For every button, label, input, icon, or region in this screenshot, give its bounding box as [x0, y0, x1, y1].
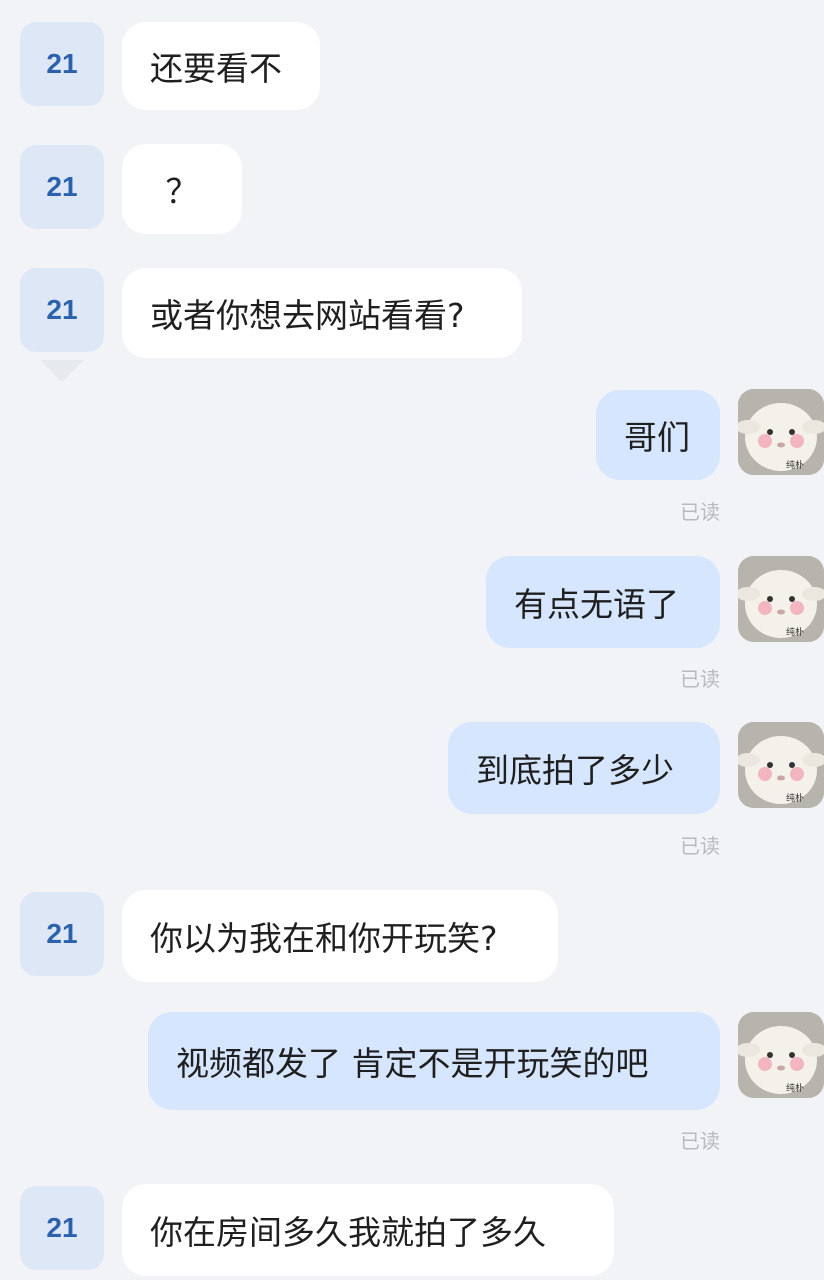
contact-avatar-label: 21	[46, 918, 78, 949]
incoming-message[interactable]: 或者你想去网站看看?	[122, 268, 522, 358]
message-text: 视频都发了 肯定不是开玩笑的吧	[176, 1044, 649, 1083]
message-text: 还要看不	[150, 49, 282, 88]
incoming-message[interactable]: 你以为我在和你开玩笑?	[122, 890, 558, 982]
outgoing-message[interactable]: 哥们	[596, 390, 720, 480]
read-status: 已读	[680, 834, 720, 858]
avatar-caption: 纯朴	[786, 626, 804, 638]
avatar-caption: 纯朴	[786, 459, 804, 471]
my-avatar[interactable]: 纯朴	[738, 556, 824, 642]
message-text: ？	[165, 172, 199, 211]
contact-avatar[interactable]: 21	[20, 892, 104, 976]
contact-avatar-label: 21	[46, 171, 78, 202]
sheep-avatar-icon: 纯朴	[738, 722, 824, 808]
contact-avatar-label: 21	[46, 294, 78, 325]
contact-avatar[interactable]: 21	[20, 145, 104, 229]
read-status: 已读	[680, 1129, 720, 1153]
sheep-avatar-icon: 纯朴	[738, 1012, 824, 1098]
outgoing-message[interactable]: 有点无语了	[486, 556, 720, 648]
my-avatar[interactable]: 纯朴	[738, 722, 824, 808]
contact-avatar[interactable]: 21	[20, 1186, 104, 1270]
avatar-caption: 纯朴	[786, 792, 804, 804]
incoming-message[interactable]: ？	[122, 144, 242, 234]
message-text: 哥们	[624, 418, 690, 457]
sheep-avatar-icon: 纯朴	[738, 389, 824, 475]
outgoing-message[interactable]: 到底拍了多少	[448, 722, 720, 814]
message-text: 你以为我在和你开玩笑?	[150, 919, 498, 958]
incoming-message[interactable]: 你在房间多久我就拍了多久	[122, 1184, 614, 1276]
my-avatar[interactable]: 纯朴	[738, 1012, 824, 1098]
my-avatar[interactable]: 纯朴	[738, 389, 824, 475]
read-status: 已读	[680, 500, 720, 524]
message-text: 你在房间多久我就拍了多久	[150, 1213, 546, 1252]
message-text: 有点无语了	[514, 585, 679, 624]
sheep-avatar-icon: 纯朴	[738, 556, 824, 642]
avatar-caption: 纯朴	[786, 1082, 804, 1094]
contact-avatar-label: 21	[46, 1212, 78, 1243]
incoming-message[interactable]: 还要看不	[122, 22, 320, 110]
chat-message-list: 21 还要看不 21 ？ 21 或者你想去网站看看? 哥们 纯朴 已读 有点无语…	[0, 0, 824, 1280]
contact-avatar[interactable]: 21	[20, 268, 104, 352]
outgoing-message[interactable]: 视频都发了 肯定不是开玩笑的吧	[148, 1012, 720, 1110]
read-status: 已读	[680, 667, 720, 691]
contact-avatar-label: 21	[46, 48, 78, 79]
decorative-tail	[40, 360, 84, 382]
message-text: 到底拍了多少	[476, 751, 674, 790]
message-text: 或者你想去网站看看?	[150, 296, 465, 335]
contact-avatar[interactable]: 21	[20, 22, 104, 106]
